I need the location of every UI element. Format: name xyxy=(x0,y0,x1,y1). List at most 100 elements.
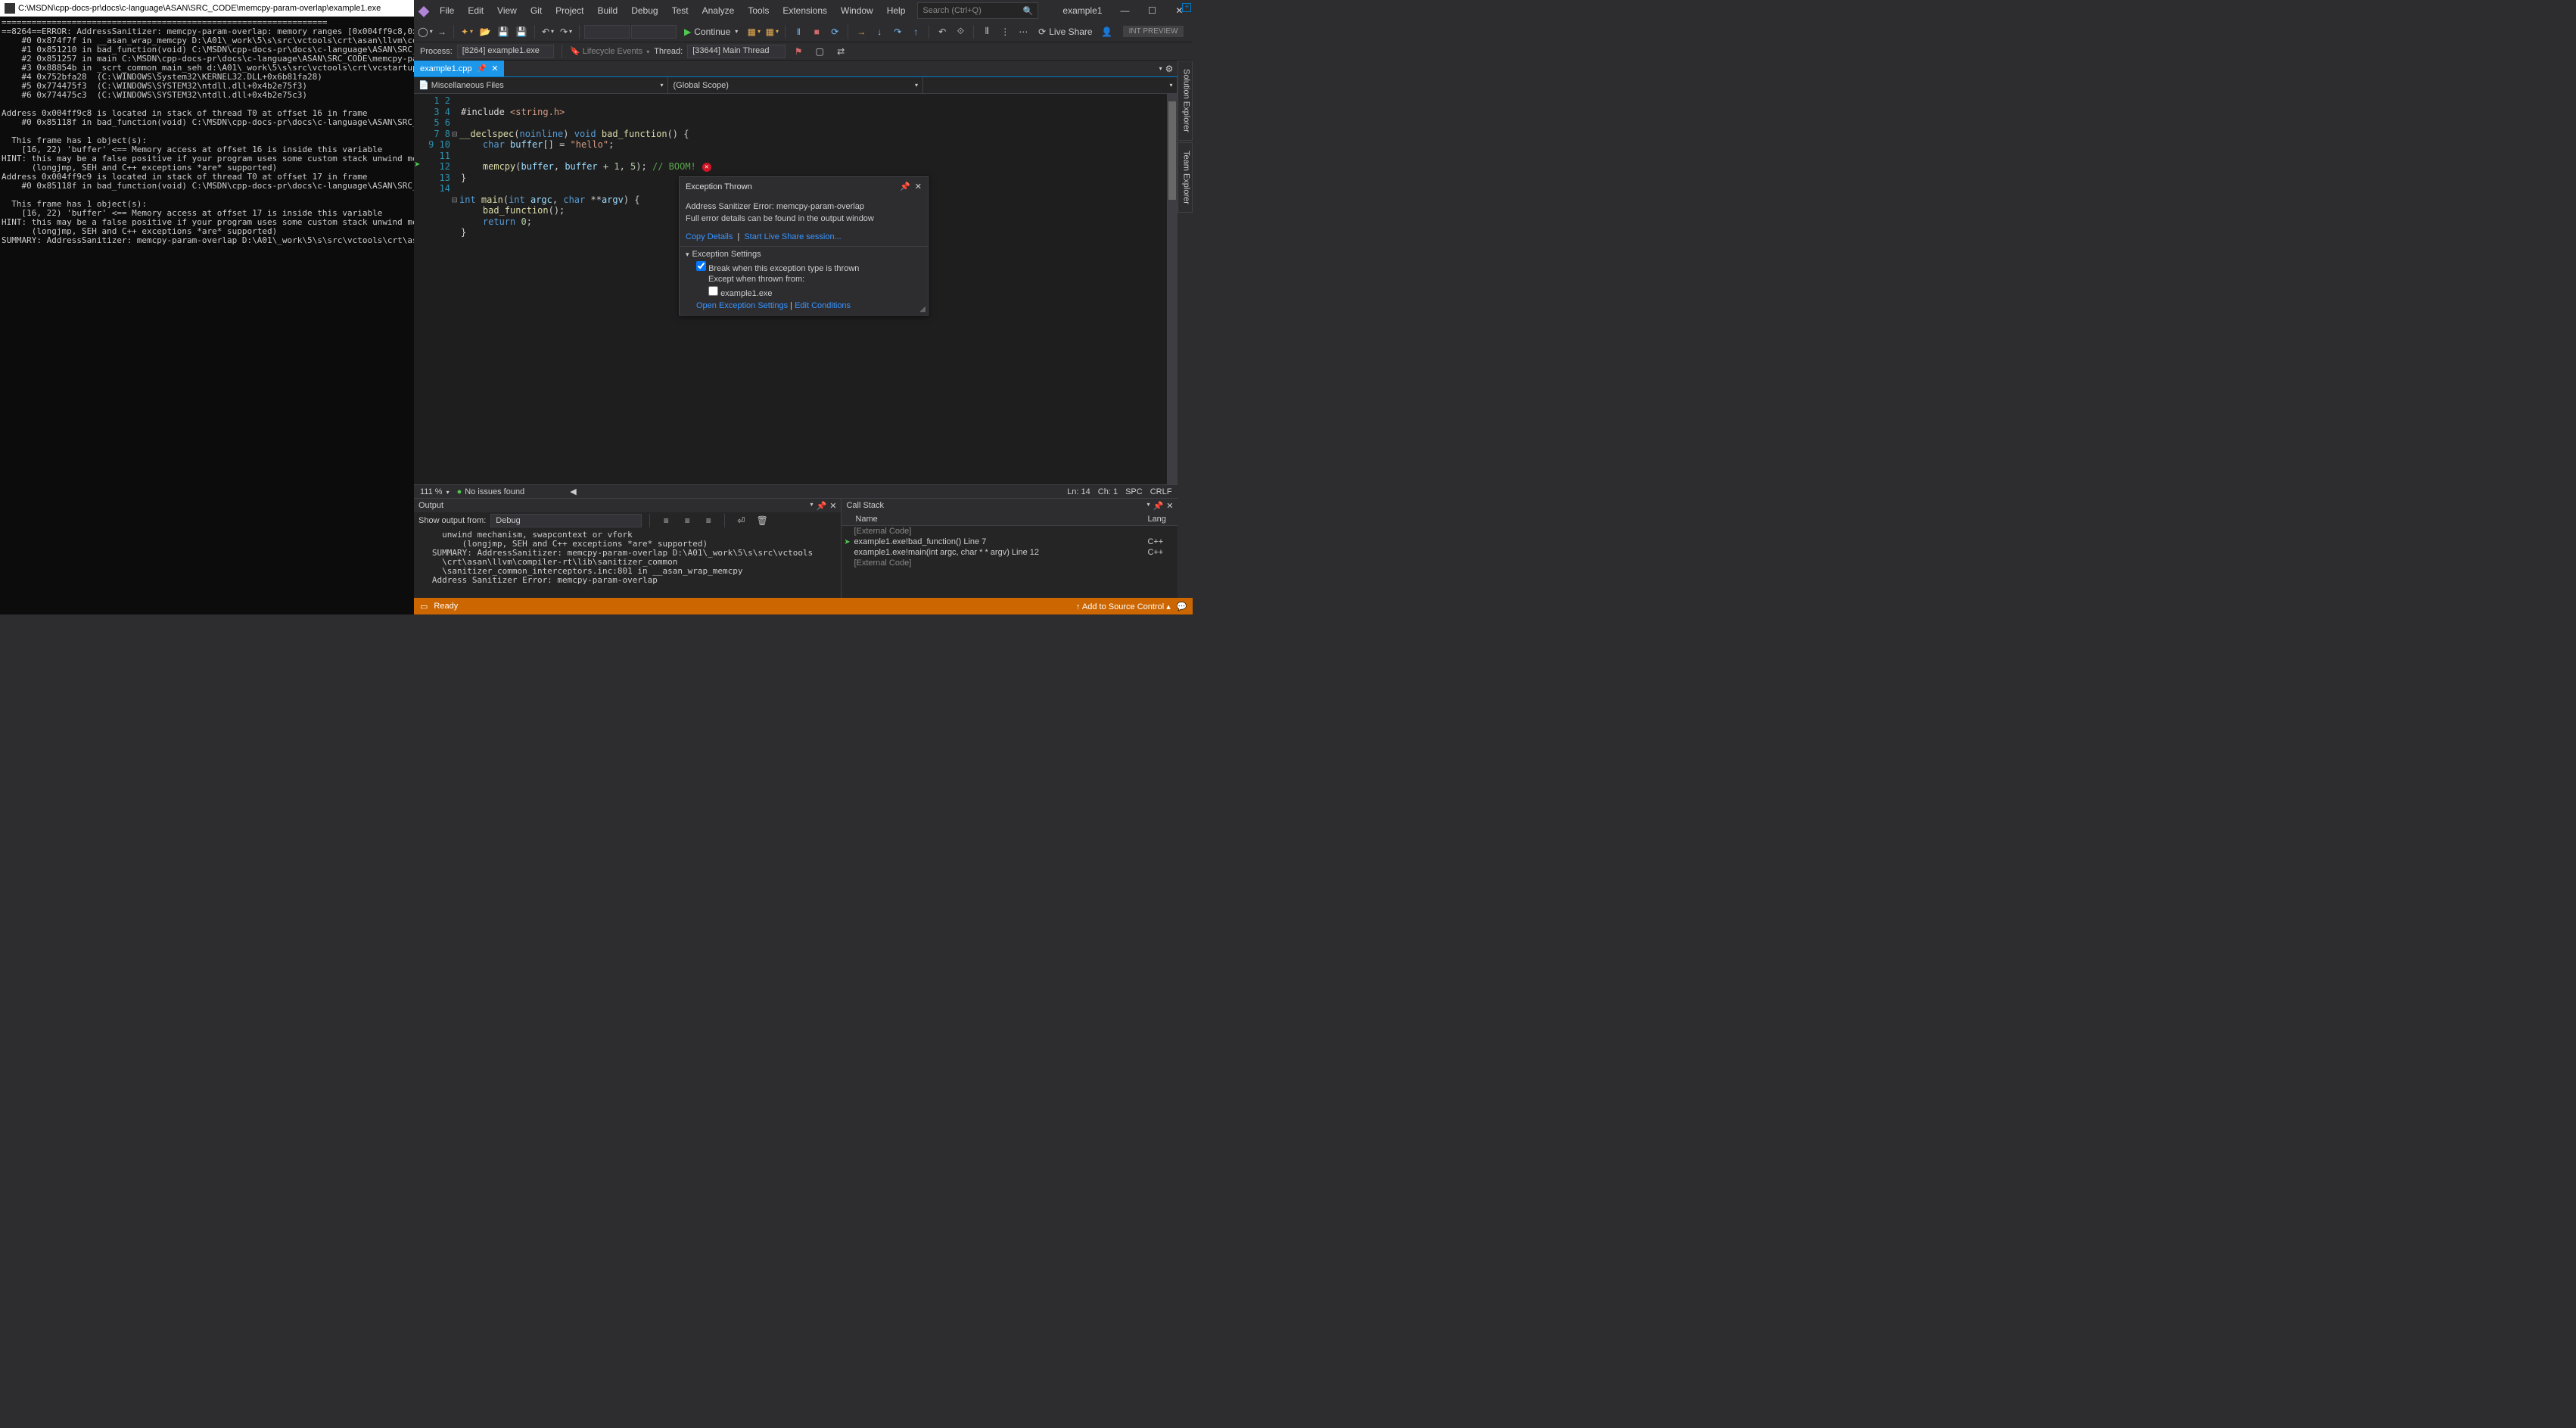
menu-edit[interactable]: Edit xyxy=(462,2,490,19)
continue-button[interactable]: ▶ Continue ▾ xyxy=(678,23,744,40)
toolbar-btn-b[interactable]: ⟐ xyxy=(952,23,969,40)
close-tab-icon[interactable]: ✕ xyxy=(491,64,498,73)
output-clear-button[interactable]: 🗑 xyxy=(754,512,770,529)
output-tool-1[interactable]: ≡ xyxy=(658,512,674,529)
popup-pin-icon[interactable]: 📌 xyxy=(900,182,910,191)
member-combo[interactable]: ▾ + xyxy=(923,77,1178,93)
save-all-button[interactable]: 💾 xyxy=(513,23,530,40)
redo-button[interactable]: ↷▾ xyxy=(558,23,574,40)
show-next-statement-button[interactable]: → xyxy=(853,23,870,40)
maximize-button[interactable]: ☐ xyxy=(1138,0,1165,21)
output-tool-3[interactable]: ≡ xyxy=(700,512,717,529)
output-text[interactable]: unwind mechanism, swapcontext or vfork (… xyxy=(414,529,841,598)
panel-options-icon[interactable]: ▾ xyxy=(810,501,814,511)
cs-pin-icon[interactable]: 📌 xyxy=(1153,501,1164,511)
output-wrap-button[interactable]: ⏎ xyxy=(733,512,749,529)
solution-explorer-tab[interactable]: Solution Explorer xyxy=(1178,61,1193,141)
pause-button[interactable]: ‖ xyxy=(790,23,807,40)
output-tool-2[interactable]: ≡ xyxy=(679,512,695,529)
copy-details-link[interactable]: Copy Details xyxy=(686,232,733,241)
menu-help[interactable]: Help xyxy=(881,2,912,19)
console-output[interactable]: ========================================… xyxy=(0,17,414,614)
team-explorer-tab[interactable]: Team Explorer xyxy=(1178,142,1193,213)
toolbar-btn-c[interactable]: ⫴ xyxy=(978,23,995,40)
step-over-button[interactable]: ↷ xyxy=(889,23,906,40)
cs-close-icon[interactable]: ✕ xyxy=(1166,501,1173,511)
split-editor-icon[interactable]: + xyxy=(1182,3,1191,12)
solution-platform-combo[interactable] xyxy=(631,25,677,39)
callstack-row[interactable]: example1.exe!main(int argc, char * * arg… xyxy=(842,547,1178,558)
open-files-dropdown[interactable]: ▾ xyxy=(1159,65,1162,72)
open-button[interactable]: 📂 xyxy=(477,23,493,40)
zoom-level[interactable]: 111 % ▾ xyxy=(420,487,450,496)
menu-tools[interactable]: Tools xyxy=(742,2,775,19)
search-input[interactable]: Search (Ctrl+Q) 🔍 xyxy=(917,2,1038,19)
menu-build[interactable]: Build xyxy=(592,2,624,19)
col-lang[interactable]: Lang xyxy=(1147,515,1178,524)
pin-icon[interactable]: 📌 xyxy=(477,64,487,73)
undo-button[interactable]: ↶▾ xyxy=(540,23,556,40)
liveshare-button[interactable]: ⟳ Live Share xyxy=(1034,26,1097,37)
resize-grip-icon[interactable]: ◢ xyxy=(919,305,926,313)
menu-view[interactable]: View xyxy=(491,2,523,19)
output-source-combo[interactable]: Debug xyxy=(490,514,642,527)
menu-window[interactable]: Window xyxy=(835,2,879,19)
break-checkbox[interactable]: Break when this exception type is thrown xyxy=(696,261,922,273)
start-liveshare-link[interactable]: Start Live Share session... xyxy=(744,232,841,241)
callstack-row[interactable]: [External Code] xyxy=(842,526,1178,537)
col-name[interactable]: Name xyxy=(842,515,1147,524)
menu-analyze[interactable]: Analyze xyxy=(696,2,741,19)
cs-options-icon[interactable]: ▾ xyxy=(1147,501,1150,511)
toolbar-btn-d[interactable]: ⋮ xyxy=(997,23,1013,40)
toggle-button[interactable]: ⇄ xyxy=(832,43,849,60)
code-editor[interactable]: ➤ 1 2 3 4 5 6 7 8 9 10 11 12 13 14 #incl… xyxy=(414,94,1178,484)
restart-button[interactable]: ⟳ xyxy=(826,23,843,40)
feedback-button[interactable]: 👤 xyxy=(1099,23,1115,40)
edit-conditions-link[interactable]: Edit Conditions xyxy=(795,301,851,310)
error-indicator[interactable]: ● No issues found xyxy=(457,487,525,496)
new-item-button[interactable]: ✦▾ xyxy=(459,23,475,40)
indent-indicator[interactable]: SPC xyxy=(1125,487,1143,496)
menu-extensions[interactable]: Extensions xyxy=(776,2,833,19)
file-tab-example1[interactable]: example1.cpp 📌 ✕ xyxy=(414,61,504,76)
toolbar-btn-a[interactable]: ↶ xyxy=(934,23,950,40)
process-combo[interactable]: [8264] example1.exe xyxy=(457,45,554,58)
open-exception-settings-link[interactable]: Open Exception Settings xyxy=(696,301,788,310)
solution-config-combo[interactable] xyxy=(584,25,630,39)
browser-select-button[interactable]: ▦▾ xyxy=(745,23,762,40)
panel-close-icon[interactable]: ✕ xyxy=(829,501,836,511)
tab-settings-icon[interactable]: ⚙ xyxy=(1165,64,1174,74)
hot-reload-button[interactable]: ▦▾ xyxy=(764,23,780,40)
lineending-indicator[interactable]: CRLF xyxy=(1150,487,1172,496)
popup-close-icon[interactable]: ✕ xyxy=(915,182,922,191)
error-glyph-icon[interactable]: ✕ xyxy=(702,163,711,172)
callstack-row[interactable]: ➤example1.exe!bad_function() Line 7C++ xyxy=(842,537,1178,547)
nav-fwd-button[interactable]: → xyxy=(435,23,449,40)
step-into-button[interactable]: ↓ xyxy=(871,23,888,40)
lifecycle-events-button[interactable]: 🔖 Lifecycle Events ▾ xyxy=(570,46,649,56)
minimize-button[interactable]: — xyxy=(1111,0,1138,21)
char-indicator[interactable]: Ch: 1 xyxy=(1098,487,1118,496)
add-source-control[interactable]: ↑ Add to Source Control ▴ xyxy=(1076,602,1171,611)
callstack-row[interactable]: [External Code] xyxy=(842,558,1178,568)
step-out-button[interactable]: ↑ xyxy=(907,23,924,40)
menu-file[interactable]: File xyxy=(434,2,460,19)
notifications-icon[interactable]: 💬 xyxy=(1177,602,1187,611)
menu-test[interactable]: Test xyxy=(666,2,695,19)
menu-debug[interactable]: Debug xyxy=(625,2,664,19)
stop-button[interactable]: ■ xyxy=(808,23,825,40)
panel-pin-icon[interactable]: 📌 xyxy=(817,501,827,511)
flag-button[interactable]: ⚑ xyxy=(790,43,807,60)
thread-combo[interactable]: [33644] Main Thread xyxy=(687,45,786,58)
editor-scrollbar[interactable] xyxy=(1167,94,1178,484)
scope-combo[interactable]: (Global Scope)▾ xyxy=(668,77,922,93)
line-indicator[interactable]: Ln: 14 xyxy=(1067,487,1090,496)
project-combo[interactable]: 📄 Miscellaneous Files▾ xyxy=(414,77,668,93)
menu-git[interactable]: Git xyxy=(524,2,548,19)
except-item-checkbox[interactable]: example1.exe xyxy=(708,286,922,298)
exception-settings-toggle[interactable]: ▾ Exception Settings xyxy=(686,250,922,259)
nav-back-button[interactable]: ◯▾ xyxy=(417,23,434,40)
toolbar-btn-e[interactable]: ⋯ xyxy=(1015,23,1031,40)
save-button[interactable]: 💾 xyxy=(495,23,512,40)
menu-project[interactable]: Project xyxy=(549,2,590,19)
